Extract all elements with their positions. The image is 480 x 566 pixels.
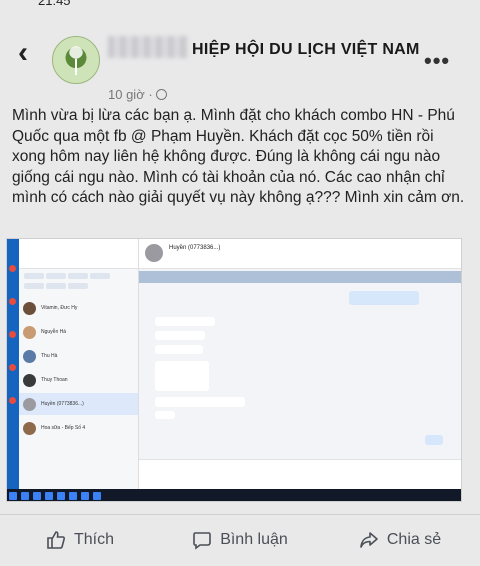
thumbs-up-icon [47,531,65,549]
screenshot-taskbar [7,489,461,501]
tree-logo-icon [69,46,83,75]
screenshot-app-bar [7,239,19,489]
post-meta: 10 giờ · [108,87,167,102]
screenshot-chat: Huyền (0773836...) [139,239,461,489]
comment-label: Bình luận [220,531,288,548]
divider [0,514,480,515]
back-arrow-icon[interactable]: ‹ [18,38,28,68]
status-time: 21:45 [38,0,71,8]
status-bar: 21:45 [0,0,480,8]
like-label: Thích [73,531,114,548]
comment-button[interactable]: Bình luận [160,520,320,560]
share-icon [360,532,378,548]
like-button[interactable]: Thích [0,520,160,560]
comment-icon [193,532,211,550]
share-label: Chia sẻ [386,531,442,548]
post-header: ‹ HIỆP HỘI DU LỊCH VIỆT NAM 10 giờ · ••• [0,8,480,102]
screenshot-contact-list: Vitamin, Đưc Hy Nguyễn Hà Thu Hà Thuy Th… [19,239,139,489]
post-actions: Thích Bình luận Chia sẻ [0,520,480,560]
attached-screenshot[interactable]: Vitamin, Đưc Hy Nguyễn Hà Thu Hà Thuy Th… [6,238,462,502]
blurred-author-name [108,36,188,58]
globe-icon [155,89,167,100]
post-body: Mình vừa bị lừa các bạn ạ. Mình đặt cho … [12,107,465,207]
group-avatar[interactable] [52,36,100,84]
more-options-icon[interactable]: ••• [424,48,450,74]
post-time: 10 giờ [108,87,145,102]
share-button[interactable]: Chia sẻ [320,520,480,560]
